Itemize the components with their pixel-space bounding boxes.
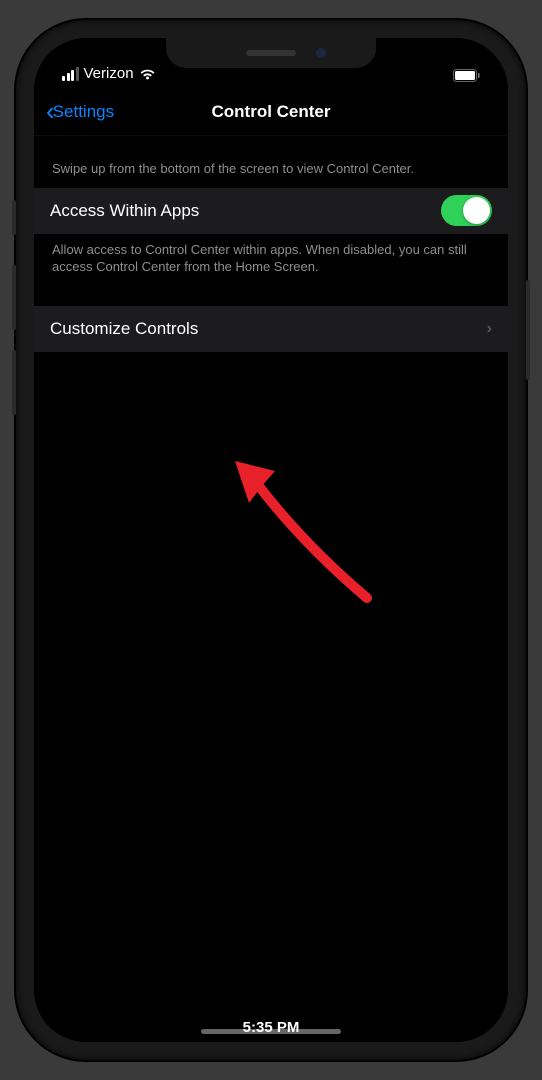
chevron-right-icon: › <box>487 320 492 338</box>
battery-icon <box>453 69 480 82</box>
toggle-knob <box>463 197 490 224</box>
mute-switch <box>12 200 16 235</box>
content: Swipe up from the bottom of the screen t… <box>34 136 508 352</box>
status-right <box>453 69 480 82</box>
access-within-apps-label: Access Within Apps <box>50 201 441 221</box>
carrier-label: Verizon <box>84 65 134 82</box>
power-button <box>526 280 530 380</box>
access-within-apps-cell: Access Within Apps <box>34 188 508 234</box>
customize-controls-label: Customize Controls <box>50 319 487 339</box>
page-title: Control Center <box>212 102 331 122</box>
screen: Verizon 5:35 PM <box>34 38 508 1042</box>
customize-controls-cell[interactable]: Customize Controls › <box>34 306 508 352</box>
status-left: Verizon <box>62 65 156 82</box>
back-label: Settings <box>53 102 114 122</box>
phone-frame: Verizon 5:35 PM <box>16 20 526 1060</box>
section-header-note: Swipe up from the bottom of the screen t… <box>34 160 508 188</box>
speaker <box>246 50 296 56</box>
notch <box>166 38 376 68</box>
access-within-apps-toggle[interactable] <box>441 195 492 226</box>
cellular-signal-icon <box>62 67 79 81</box>
volume-up-button <box>12 265 16 330</box>
home-indicator[interactable] <box>201 1029 341 1034</box>
section-footer-note: Allow access to Control Center within ap… <box>34 234 508 306</box>
wifi-icon <box>139 68 156 80</box>
front-camera <box>316 48 326 58</box>
back-button[interactable]: ‹ Settings <box>46 96 114 127</box>
nav-bar: ‹ Settings Control Center <box>34 88 508 136</box>
volume-down-button <box>12 350 16 415</box>
